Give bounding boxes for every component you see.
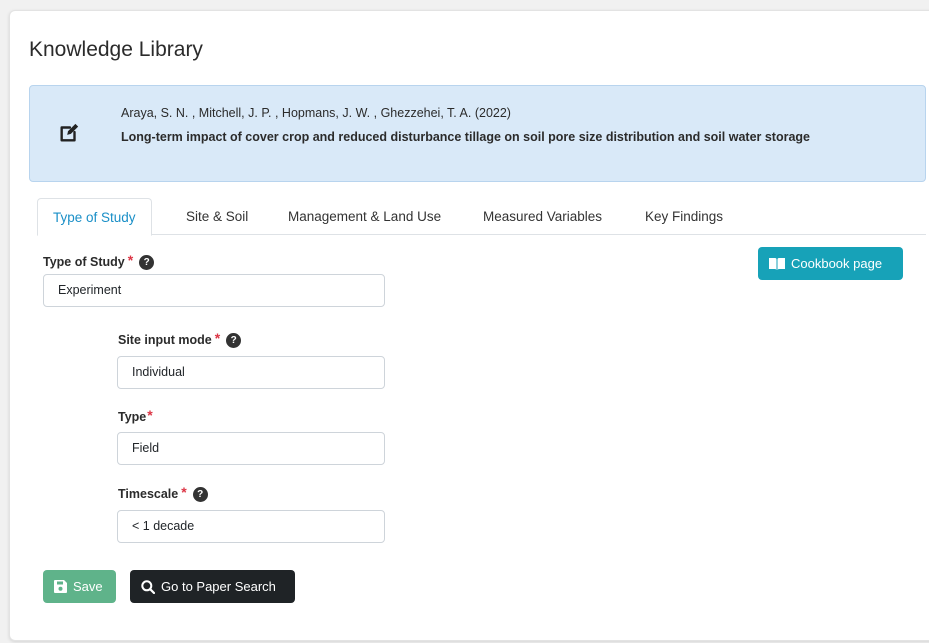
timescale-label-text: Timescale [118,487,179,501]
site-input-mode-select[interactable]: Individual [117,356,385,389]
tab-site-soil[interactable]: Site & Soil [171,198,263,235]
floppy-disk-icon [54,580,67,593]
paper-info-box: Araya, S. N. , Mitchell, J. P. , Hopmans… [29,85,926,182]
save-button-label: Save [73,579,103,594]
type-label: Type * [118,407,153,424]
search-icon [141,579,155,594]
type-of-study-select[interactable]: Experiment [43,274,385,307]
tab-bar: Type of Study Site & Soil Management & L… [37,198,926,236]
required-marker: * [127,252,134,268]
required-marker: * [147,407,153,423]
paper-title: Long-term impact of cover crop and reduc… [121,130,811,144]
site-input-mode-label-text: Site input mode [118,333,212,347]
timescale-label: Timescale * ? [118,484,208,502]
book-open-icon [769,258,785,270]
save-button[interactable]: Save [43,570,116,603]
cookbook-page-button[interactable]: Cookbook page [758,247,903,280]
timescale-select[interactable]: < 1 decade [117,510,385,543]
type-of-study-label-text: Type of Study [43,255,125,269]
type-label-text: Type [118,410,147,424]
required-marker: * [214,330,221,346]
paper-authors: Araya, S. N. , Mitchell, J. P. , Hopmans… [121,106,511,120]
help-icon[interactable]: ? [192,487,208,502]
cookbook-button-label: Cookbook page [791,256,883,271]
site-input-mode-label: Site input mode * ? [118,330,242,348]
required-marker: * [181,484,187,500]
help-icon[interactable]: ? [226,333,242,348]
tab-type-of-study[interactable]: Type of Study [37,198,152,236]
tab-key-findings[interactable]: Key Findings [630,198,738,235]
search-button-label: Go to Paper Search [161,579,276,594]
tab-measured-variables[interactable]: Measured Variables [468,198,617,235]
go-to-paper-search-button[interactable]: Go to Paper Search [130,570,295,603]
edit-icon[interactable] [58,122,80,144]
type-of-study-label: Type of Study * ? [43,252,155,270]
type-select[interactable]: Field [117,432,385,465]
page-title: Knowledge Library [29,38,203,61]
help-icon[interactable]: ? [139,255,155,270]
tab-management-land-use[interactable]: Management & Land Use [273,198,456,235]
